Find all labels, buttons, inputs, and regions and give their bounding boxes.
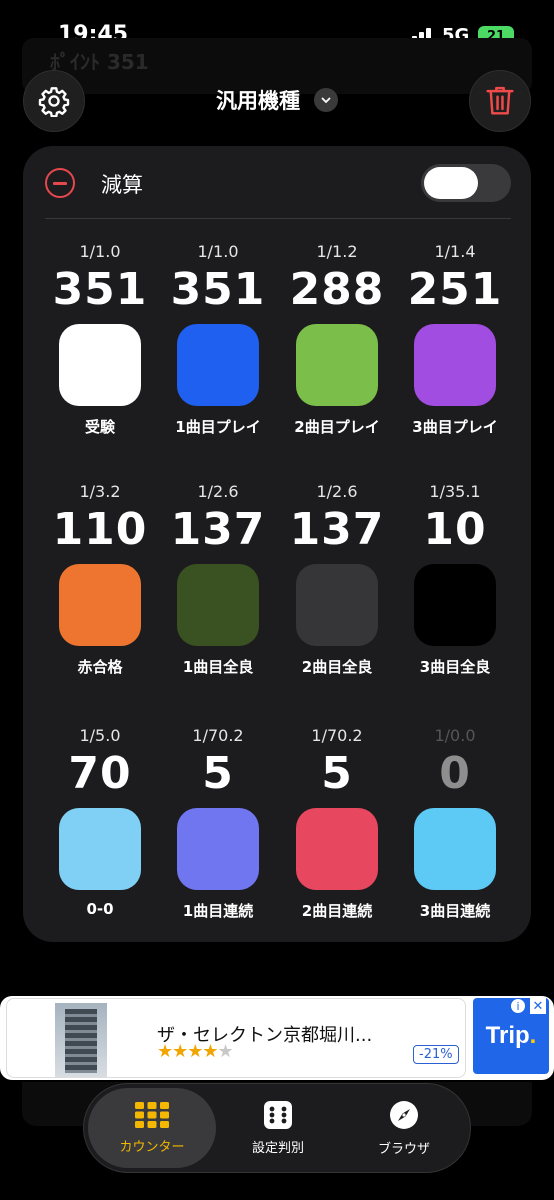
counter-label: 3曲目全良 (419, 658, 491, 676)
toggle-knob (424, 167, 478, 199)
counter-ratio: 1/70.2 (192, 726, 244, 745)
tab-label: カウンター (119, 1139, 185, 1155)
tab-label: ブラウザ (377, 1141, 430, 1157)
counter-label: 3曲目プレイ (412, 418, 498, 436)
subtract-label: 減算 (101, 173, 143, 197)
counter-button[interactable] (296, 324, 378, 406)
counter-label: 1曲目全良 (182, 658, 254, 676)
counter-label: 1曲目連続 (182, 902, 254, 920)
grid-icon (135, 1101, 169, 1128)
counter-value: 251 (407, 264, 503, 315)
counter-ratio: 1/2.6 (197, 482, 239, 501)
delete-button[interactable] (469, 70, 531, 132)
page-title: 汎用機種 (216, 89, 300, 113)
minus-circle-icon (45, 168, 75, 198)
ad-content[interactable]: ザ・セレクトン京都堀川... ★★★★★ -21% (6, 998, 466, 1078)
trash-icon (486, 86, 514, 115)
counter-ratio: 1/0.0 (434, 726, 476, 745)
tab-counter[interactable]: カウンター (88, 1088, 216, 1168)
counter-button[interactable] (414, 808, 496, 890)
tab-label: 設定判別 (251, 1140, 304, 1156)
counter-ratio: 1/35.1 (429, 482, 481, 501)
counter-ratio: 1/3.2 (79, 482, 121, 501)
counter-button[interactable] (414, 324, 496, 406)
counter-value: 0 (439, 748, 471, 799)
counter-value: 351 (170, 264, 266, 315)
info-icon[interactable]: i (510, 998, 526, 1014)
counter-ratio: 1/1.0 (197, 242, 239, 261)
counter-ratio: 1/1.0 (79, 242, 121, 261)
counter-ratio: 1/1.4 (434, 242, 476, 261)
counter-button[interactable] (177, 564, 259, 646)
dice-icon (264, 1100, 292, 1129)
counter-button[interactable] (296, 564, 378, 646)
tab-bar: カウンター 設定判別 ブラウザ (83, 1083, 471, 1173)
counter-label: 3曲目連続 (419, 902, 491, 920)
counter-button[interactable] (296, 808, 378, 890)
counter-ratio: 1/70.2 (311, 726, 363, 745)
counter-button[interactable] (177, 808, 259, 890)
tab-settings-judge[interactable]: 設定判別 (214, 1088, 342, 1168)
counter-ratio: 1/2.6 (316, 482, 358, 501)
counter-button[interactable] (414, 564, 496, 646)
hotel-image (55, 1003, 107, 1077)
ad-banner[interactable]: ザ・セレクトン京都堀川... ★★★★★ -21% Trip. i ✕ (0, 996, 554, 1080)
subtract-toggle[interactable] (421, 164, 511, 202)
discount-badge: -21% (413, 1045, 459, 1064)
divider (45, 218, 511, 219)
rating-stars: ★★★★★ (157, 1041, 234, 1062)
compass-icon (390, 1100, 418, 1129)
counter-ratio: 1/5.0 (79, 726, 121, 745)
counter-card: 減算 1/1.0 351 受験 1/1.0 351 1曲目プレイ 1/1.2 288 2曲目プレ… (23, 146, 531, 942)
counter-button[interactable] (59, 324, 141, 406)
counter-button[interactable] (59, 564, 141, 646)
counter-button[interactable] (59, 808, 141, 890)
chevron-down-icon (314, 88, 338, 112)
background-overlay-text: ﾎﾟｲﾝﾄ 351 (50, 50, 149, 74)
counter-value: 137 (170, 504, 266, 555)
counter-value: 5 (202, 748, 234, 799)
close-icon[interactable]: ✕ (530, 998, 546, 1014)
counter-label: 1曲目プレイ (175, 418, 261, 436)
counter-ratio: 1/1.2 (316, 242, 358, 261)
counter-value: 10 (423, 504, 487, 555)
tab-browser[interactable]: ブラウザ (340, 1088, 468, 1168)
counter-button[interactable] (177, 324, 259, 406)
